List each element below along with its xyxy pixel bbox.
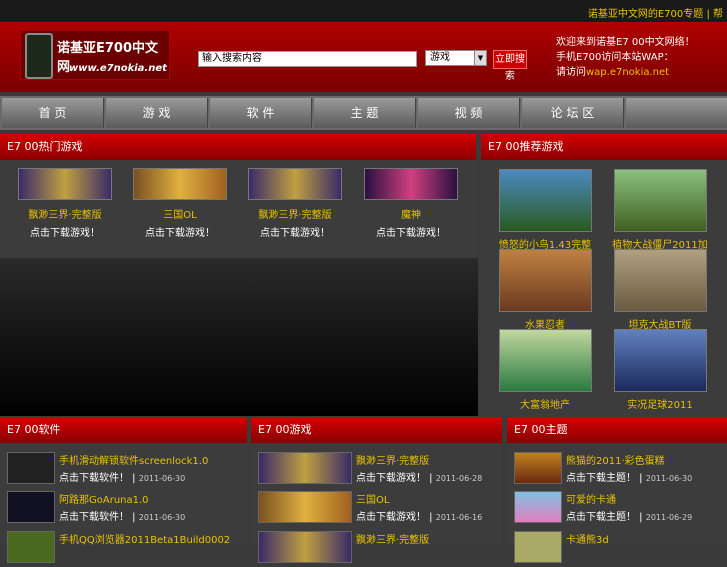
game-thumb[interactable] [499, 169, 592, 232]
chevron-down-icon: ▼ [474, 51, 486, 65]
list-item-meta: 点击下载软件！ | 2011-06-30 [59, 473, 186, 484]
list-item-date: 2011-06-29 [645, 513, 693, 522]
game-thumb[interactable] [499, 329, 592, 392]
list-item-date: 2011-06-30 [138, 474, 186, 483]
banner-area [0, 258, 478, 416]
nav-forum[interactable]: 论 坛 区 [522, 98, 624, 128]
themes-panel: 熊猫的2011·彩色蛋糕 点击下载主题！ | 2011-06-30 可爱的卡通 … [507, 443, 727, 563]
logo-url: www.e7nokia.net [69, 63, 167, 74]
game-title[interactable]: 三国OL [125, 206, 235, 221]
hot-games-heading: E7 00热门游戏 [0, 134, 476, 160]
theme-thumb [514, 452, 562, 484]
main-nav: 首 页 游 戏 软 件 主 题 视 频 论 坛 区 [0, 96, 727, 130]
themes-heading: E7 00主题 [507, 417, 727, 443]
games-panel: 飘渺三界·完整版 点击下载游戏！ | 2011-06-28 三国OL 点击下载游… [251, 443, 502, 563]
game-title[interactable]: 飘渺三界·完整版 [240, 206, 350, 221]
game-thumb[interactable] [614, 329, 707, 392]
list-item-title[interactable]: 熊猫的2011·彩色蛋糕 [566, 452, 665, 467]
software-panel: 手机滑动解锁软件screenlock1.0 点击下载软件！ | 2011-06-… [0, 443, 247, 563]
game-desc: 点击下载游戏！ [376, 228, 446, 239]
app-icon [7, 531, 55, 563]
list-item-meta: 点击下载游戏！ | 2011-06-16 [356, 512, 483, 523]
list-item-title[interactable]: 阿路那GoAruna1.0 [59, 491, 149, 506]
recommended-heading: E7 00推荐游戏 [481, 134, 727, 160]
list-item-action: 点击下载软件！ [59, 473, 129, 484]
top-links[interactable]: 诺基亚中文网的E700专题 | 帮 [588, 5, 723, 20]
list-item-meta: 点击下载游戏！ | 2011-06-28 [356, 473, 483, 484]
game-desc: 点击下载游戏！ [145, 228, 215, 239]
phone-icon [25, 33, 53, 79]
list-item-title[interactable]: 手机QQ浏览器2011Beta1Build0002 [59, 531, 230, 546]
theme-thumb [514, 491, 562, 523]
game-thumb[interactable] [248, 168, 342, 200]
header-info-line1: 欢迎来到诺基E7 00中文网络！ [556, 37, 695, 48]
header-info: 欢迎来到诺基E7 00中文网络！ 手机E700访问本站WAP： 请访问wap.e… [556, 35, 695, 80]
nav-software[interactable]: 软 件 [210, 98, 312, 128]
search-category-value: 游戏 [430, 52, 450, 63]
game-title[interactable]: 魔神 [356, 206, 466, 221]
nav-themes[interactable]: 主 题 [314, 98, 416, 128]
game-title[interactable]: 飘渺三界·完整版 [10, 206, 120, 221]
list-item-title[interactable]: 可爱的卡通 [566, 491, 616, 506]
game-thumb [258, 491, 352, 523]
game-thumb[interactable] [614, 169, 707, 232]
games-heading: E7 00游戏 [251, 417, 502, 443]
list-item-action: 点击下载游戏！ [356, 512, 426, 523]
search-button[interactable]: 立即搜索 [493, 50, 527, 82]
game-thumb[interactable] [364, 168, 458, 200]
game-thumb[interactable] [499, 249, 592, 312]
search-input[interactable]: 输入搜索内容 [198, 51, 417, 67]
recommended-label[interactable]: 实况足球2011 [610, 396, 710, 411]
nav-home[interactable]: 首 页 [2, 98, 104, 128]
header-info-line2: 手机E700访问本站WAP： [556, 52, 674, 63]
app-icon [7, 491, 55, 523]
site-logo[interactable]: 诺基亚E700中文网 www.e7nokia.net [20, 30, 170, 80]
wap-link[interactable]: wap.e7nokia.net [586, 67, 669, 78]
list-item-action: 点击下载软件！ [59, 512, 129, 523]
list-item-date: 2011-06-30 [138, 513, 186, 522]
hot-games-panel: 飘渺三界·完整版 点击下载游戏！ 三国OL 点击下载游戏！ 飘渺三界·完整版 点… [0, 160, 476, 258]
list-item-title[interactable]: 飘渺三界·完整版 [356, 531, 429, 546]
game-desc: 点击下载游戏！ [260, 228, 330, 239]
recommended-panel: 愤怒的小鸟1.43完整版 植物大战僵尸2011加强版 水果忍者 坦克大战BT版 … [481, 160, 727, 416]
nav-blank [626, 98, 727, 128]
list-item-action: 点击下载主题！ [566, 512, 636, 523]
game-thumb [258, 452, 352, 484]
list-item-title[interactable]: 手机滑动解锁软件screenlock1.0 [59, 452, 208, 467]
header: 诺基亚E700中文网 www.e7nokia.net 输入搜索内容 游戏 ▼ 立… [0, 22, 727, 92]
game-desc: 点击下载游戏！ [30, 228, 100, 239]
list-item-date: 2011-06-30 [645, 474, 693, 483]
list-item-title[interactable]: 飘渺三界·完整版 [356, 452, 429, 467]
header-info-line3: 请访问wap.e7nokia.net [556, 65, 695, 80]
list-item-meta: 点击下载主题！ | 2011-06-29 [566, 512, 693, 523]
list-item-action: 点击下载主题！ [566, 473, 636, 484]
header-info-prefix: 请访问 [556, 67, 586, 78]
list-item-date: 2011-06-16 [435, 513, 483, 522]
list-item-title[interactable]: 卡通熊3d [566, 531, 609, 546]
top-bar: 诺基亚中文网的E700专题 | 帮 [0, 0, 727, 22]
list-item-meta: 点击下载软件！ | 2011-06-30 [59, 512, 186, 523]
lock-icon [7, 452, 55, 484]
nav-videos[interactable]: 视 频 [418, 98, 520, 128]
list-item-title[interactable]: 三国OL [356, 491, 389, 506]
game-thumb [258, 531, 352, 563]
list-item-action: 点击下载游戏！ [356, 473, 426, 484]
game-thumb[interactable] [614, 249, 707, 312]
list-item-date: 2011-06-28 [435, 474, 483, 483]
theme-thumb [514, 531, 562, 563]
game-thumb[interactable] [18, 168, 112, 200]
search-category-select[interactable]: 游戏 ▼ [425, 50, 487, 66]
recommended-label[interactable]: 大富翁地产 [495, 396, 595, 411]
nav-games[interactable]: 游 戏 [106, 98, 208, 128]
game-thumb[interactable] [133, 168, 227, 200]
software-heading: E7 00软件 [0, 417, 247, 443]
list-item-meta: 点击下载主题！ | 2011-06-30 [566, 473, 693, 484]
